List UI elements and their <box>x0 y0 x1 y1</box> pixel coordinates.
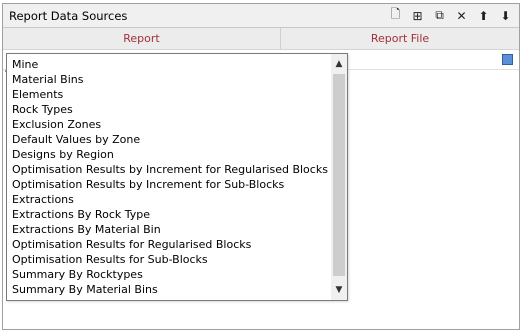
report-data-sources-panel: Report Data Sources 🗋 ⊞ ⧉ ✕ ⬆ ⬇ Report R… <box>2 3 520 330</box>
scrollbar-thumb[interactable] <box>333 74 345 276</box>
move-down-icon[interactable]: ⬇ <box>496 6 515 25</box>
tab-report-file[interactable]: Report File <box>281 28 519 49</box>
list-item[interactable]: Extractions By Rock Type <box>7 207 329 222</box>
list-item[interactable]: Optimisation Results by Increment for Re… <box>7 162 329 177</box>
tab-report[interactable]: Report <box>3 28 281 49</box>
list-item[interactable]: Mine <box>7 57 329 72</box>
delete-icon[interactable]: ✕ <box>452 6 471 25</box>
dropdown-scrollbar[interactable]: ▲ ▼ <box>331 54 347 300</box>
list-item[interactable]: Extractions <box>7 192 329 207</box>
list-item[interactable]: Optimisation Results by Increment for Su… <box>7 177 329 192</box>
new-document-icon[interactable]: 🗋 <box>386 6 405 25</box>
list-item[interactable]: Summary By Rocktypes <box>7 267 329 282</box>
list-item[interactable]: Optimisation Results for Sub-Blocks <box>7 252 329 267</box>
list-item[interactable]: Rock Types <box>7 102 329 117</box>
panel-title: Report Data Sources <box>9 9 128 23</box>
data-source-dropdown[interactable]: Mine Material Bins Elements Rock Types E… <box>6 53 348 301</box>
list-item[interactable]: Elements <box>7 87 329 102</box>
copy-icon[interactable]: ⧉ <box>430 6 449 25</box>
list-item[interactable]: Material Bins <box>7 72 329 87</box>
scroll-up-icon[interactable]: ▲ <box>331 56 347 72</box>
scroll-down-icon[interactable]: ▼ <box>331 282 347 298</box>
add-child-icon[interactable]: ⊞ <box>408 6 427 25</box>
color-swatch-icon[interactable] <box>502 54 513 65</box>
list-item[interactable]: Summary By Material Bins <box>7 282 329 297</box>
list-item[interactable]: Exclusion Zones <box>7 117 329 132</box>
move-up-icon[interactable]: ⬆ <box>474 6 493 25</box>
tab-strip: Report Report File <box>3 28 519 72</box>
list-item[interactable]: Extractions By Material Bin <box>7 222 329 237</box>
list-item[interactable]: Default Values by Zone <box>7 132 329 147</box>
dropdown-list: Mine Material Bins Elements Rock Types E… <box>7 57 329 297</box>
list-item[interactable]: Designs by Region <box>7 147 329 162</box>
panel-toolbar: 🗋 ⊞ ⧉ ✕ ⬆ ⬇ <box>386 6 515 25</box>
list-item[interactable]: Optimisation Results for Regularised Blo… <box>7 237 329 252</box>
panel-titlebar: Report Data Sources 🗋 ⊞ ⧉ ✕ ⬆ ⬇ <box>3 4 519 28</box>
